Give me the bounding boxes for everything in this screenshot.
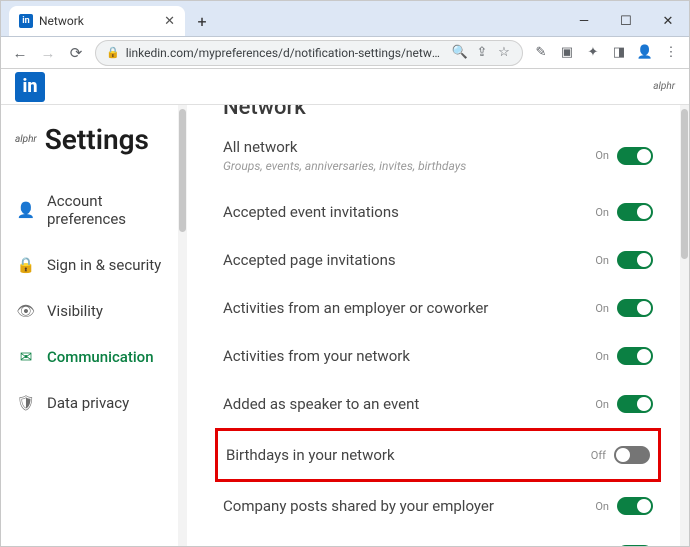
sidebar-item-label: Account preferences xyxy=(47,192,181,228)
toggle-switch[interactable] xyxy=(617,251,653,269)
lock-icon: 🔒 xyxy=(106,46,120,59)
url-text: linkedin.com/mypreferences/d/notificatio… xyxy=(126,46,446,60)
settings-title-row: alphr Settings xyxy=(15,123,183,156)
user-icon: 👤 xyxy=(17,201,35,219)
forward-button[interactable]: → xyxy=(39,44,57,62)
setting-row: Birthdays in your networkOff xyxy=(226,435,650,475)
toggle-switch[interactable] xyxy=(617,147,653,165)
toggle-switch[interactable] xyxy=(617,347,653,365)
minimize-button[interactable]: — xyxy=(563,6,605,36)
setting-state: On xyxy=(595,254,609,267)
sidebar-item-label: Communication xyxy=(47,348,154,366)
content-area: alphr Settings 👤 Account preferences 🔒 Sign… xyxy=(1,105,689,546)
mail-icon: ✉ xyxy=(17,348,35,366)
settings-title: Settings xyxy=(45,123,149,156)
sidebar-item-visibility[interactable]: 👁 Visibility xyxy=(15,288,183,334)
setting-row: Added as speaker to an eventOn xyxy=(223,380,653,428)
setting-state: On xyxy=(595,302,609,315)
close-window-button[interactable]: ✕ xyxy=(647,6,689,36)
main-panel: Network All network Groups, events, anniv… xyxy=(187,105,689,546)
setting-row: Connection anniversariesOn xyxy=(223,530,653,546)
sidebar-item-communication[interactable]: ✉ Communication xyxy=(15,334,183,380)
setting-row: Activities from an employer or coworkerO… xyxy=(223,284,653,332)
sidebar-item-data-privacy[interactable]: 🛡 Data privacy xyxy=(15,380,183,426)
sidebar-item-sign-in-security[interactable]: 🔒 Sign in & security xyxy=(15,242,183,288)
star-icon[interactable]: ☆ xyxy=(496,45,512,61)
eye-icon: 👁 xyxy=(17,302,35,320)
box-extension-icon[interactable]: ▣ xyxy=(559,45,575,61)
setting-label: Connection anniversaries xyxy=(223,545,595,546)
setting-label: Accepted page invitations xyxy=(223,251,595,269)
setting-state: On xyxy=(595,350,609,363)
sidebar-item-account-preferences[interactable]: 👤 Account preferences xyxy=(15,178,183,242)
toggle-switch[interactable] xyxy=(617,545,653,546)
setting-row: Accepted event invitationsOn xyxy=(223,188,653,236)
back-button[interactable]: ← xyxy=(11,44,29,62)
setting-label: Activities from your network xyxy=(223,347,595,365)
setting-subtext: Groups, events, anniversaries, invites, … xyxy=(223,159,595,173)
address-bar[interactable]: 🔒 linkedin.com/mypreferences/d/notificat… xyxy=(95,40,523,66)
sidebar-item-label: Sign in & security xyxy=(47,256,161,274)
setting-label: Accepted event invitations xyxy=(223,203,595,221)
page-heading: Network xyxy=(223,105,653,120)
setting-row: Company posts shared by your employerOn xyxy=(223,482,653,530)
tab-title: Network xyxy=(39,14,158,28)
kebab-menu-icon[interactable]: ⋮ xyxy=(663,45,679,61)
shield-icon: 🛡 xyxy=(17,394,35,412)
sidebar-item-label: Data privacy xyxy=(47,394,129,412)
share-icon[interactable]: ⇪ xyxy=(474,45,490,61)
device-extension-icon[interactable]: ◨ xyxy=(611,45,627,61)
setting-state: On xyxy=(595,206,609,219)
setting-row: All network Groups, events, anniversaries… xyxy=(223,123,653,188)
setting-state: On xyxy=(595,149,609,162)
sidebar-item-label: Visibility xyxy=(47,302,103,320)
setting-label: Company posts shared by your employer xyxy=(223,497,595,515)
new-tab-button[interactable]: + xyxy=(189,8,215,34)
linkedin-favicon: in xyxy=(19,14,33,28)
toggle-switch[interactable] xyxy=(617,203,653,221)
toggle-switch[interactable] xyxy=(614,446,650,464)
linkedin-logo[interactable]: in xyxy=(15,72,45,102)
toggle-switch[interactable] xyxy=(617,497,653,515)
setting-row: Accepted page invitationsOn xyxy=(223,236,653,284)
browser-tab[interactable]: in Network ✕ xyxy=(9,6,185,36)
close-icon[interactable]: ✕ xyxy=(164,14,175,29)
setting-label: Added as speaker to an event xyxy=(223,395,595,413)
setting-state: Off xyxy=(591,449,606,462)
setting-state: On xyxy=(595,500,609,513)
highlighted-row: Birthdays in your networkOff xyxy=(215,428,661,482)
puzzle-extension-icon[interactable]: ✦ xyxy=(585,45,601,61)
toggle-switch[interactable] xyxy=(617,299,653,317)
app-header: in alphr xyxy=(1,69,689,105)
mini-brand: alphr xyxy=(15,134,37,145)
maximize-button[interactable]: ☐ xyxy=(605,6,647,36)
reload-button[interactable]: ⟳ xyxy=(67,44,85,62)
lock-icon: 🔒 xyxy=(17,256,35,274)
setting-state: On xyxy=(595,398,609,411)
extension-icons: ✎ ▣ ✦ ◨ 👤 ⋮ xyxy=(533,45,679,61)
settings-sidebar: alphr Settings 👤 Account preferences 🔒 Sign… xyxy=(1,105,187,546)
browser-toolbar: ← → ⟳ 🔒 linkedin.com/mypreferences/d/not… xyxy=(1,37,689,69)
toggle-switch[interactable] xyxy=(617,395,653,413)
browser-titlebar: in Network ✕ + — ☐ ✕ xyxy=(1,1,689,37)
brand-text: alphr xyxy=(653,81,675,92)
sidebar-scrollbar[interactable] xyxy=(178,105,187,546)
zoom-icon[interactable]: 🔍 xyxy=(452,45,468,61)
setting-label: Birthdays in your network xyxy=(226,446,591,464)
setting-label: All network xyxy=(223,138,595,156)
setting-row: Activities from your networkOn xyxy=(223,332,653,380)
pen-extension-icon[interactable]: ✎ xyxy=(533,45,549,61)
window-controls: — ☐ ✕ xyxy=(563,6,689,36)
setting-label: Activities from an employer or coworker xyxy=(223,299,595,317)
main-scrollbar[interactable] xyxy=(680,105,689,546)
profile-icon[interactable]: 👤 xyxy=(637,45,653,61)
